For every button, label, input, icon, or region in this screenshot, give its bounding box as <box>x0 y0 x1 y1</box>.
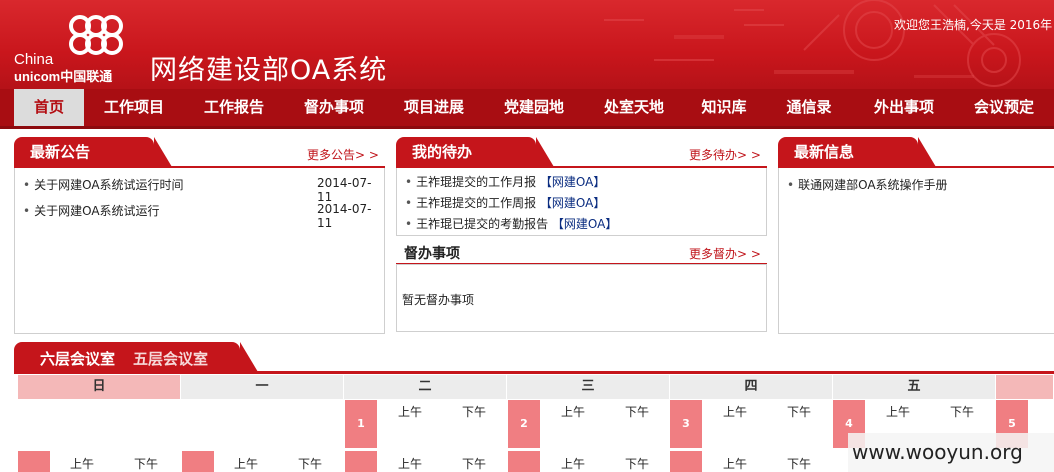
calendar-day-number[interactable]: 3 <box>670 400 702 448</box>
watermark-text: www.wooyun.org <box>848 433 1054 472</box>
news-title: 最新信息 <box>778 137 936 167</box>
news-box: • 联通网建部OA系统操作手册 <box>778 168 1054 334</box>
announcement-date: 2014-07-11 <box>317 202 372 230</box>
announcement-date: 2014-07-11 <box>317 176 372 204</box>
weekday-header: 一 <box>181 375 344 399</box>
nav-item-meeting-booking[interactable]: 会议预定 <box>954 89 1054 126</box>
supervision-more-link[interactable]: 更多督办> > <box>689 245 761 262</box>
calendar-am-slot[interactable]: 上午 <box>561 403 585 420</box>
header-banner: China unicom中国联通 网络建设部OA系统 欢迎您王浩楠,今天是 20… <box>0 0 1054 89</box>
tab-6f-meeting-room[interactable]: 六层会议室 <box>40 348 115 369</box>
calendar-day-cell[interactable] <box>508 451 540 472</box>
calendar-pm-slot[interactable]: 下午 <box>625 403 649 420</box>
weekday-header: 日 <box>18 375 181 399</box>
list-item[interactable]: • 联通网建部OA系统操作手册 <box>787 176 948 193</box>
announcements-box: • 关于网建OA系统试运行时间 2014-07-11 • 关于网建OA系统试运行 2… <box>14 168 385 334</box>
calendar-am-slot[interactable]: 上午 <box>234 455 258 472</box>
list-item[interactable]: • 关于网建OA系统试运行 <box>23 202 160 219</box>
nav-item-knowledge[interactable]: 知识库 <box>684 89 764 126</box>
weekday-header: 五 <box>833 375 996 399</box>
calendar-am-slot[interactable]: 上午 <box>561 455 585 472</box>
calendar-am-slot[interactable]: 上午 <box>723 403 747 420</box>
unicom-logo: China unicom中国联通 <box>12 14 142 84</box>
supervision-box: 暂无督办事项 <box>396 264 767 332</box>
weekday-header-sat <box>996 375 1054 399</box>
nav-item-project-progress[interactable]: 项目进展 <box>384 89 484 126</box>
nav-item-contacts[interactable]: 通信录 <box>764 89 854 126</box>
calendar-pm-slot[interactable]: 下午 <box>462 455 486 472</box>
calendar-am-slot[interactable]: 上午 <box>398 403 422 420</box>
nav-item-outings[interactable]: 外出事项 <box>854 89 954 126</box>
nav-item-supervision[interactable]: 督办事项 <box>284 89 384 126</box>
nav-item-office[interactable]: 处室天地 <box>584 89 684 126</box>
calendar-am-slot[interactable]: 上午 <box>70 455 94 472</box>
list-item[interactable]: • 王祚琨已提交的考勤报告 【网建OA】 <box>405 215 617 232</box>
brand-cn: 中国联通 <box>60 69 113 84</box>
weekday-header: 四 <box>670 375 833 399</box>
calendar-pm-slot[interactable]: 下午 <box>625 455 649 472</box>
calendar-day-cell[interactable] <box>182 451 214 472</box>
todo-more-link[interactable]: 更多待办> > <box>689 146 761 163</box>
calendar-pm-slot[interactable]: 下午 <box>787 403 811 420</box>
meeting-room-tabs: 六层会议室 五层会议室 <box>14 342 258 372</box>
system-title: 网络建设部OA系统 <box>150 55 388 86</box>
calendar-day-cell[interactable] <box>18 451 50 472</box>
calendar-day-cell[interactable] <box>670 451 702 472</box>
calendar-pm-slot[interactable]: 下午 <box>950 403 974 420</box>
list-item[interactable]: • 王祚琨提交的工作月报 【网建OA】 <box>405 173 605 190</box>
list-item[interactable]: • 关于网建OA系统试运行时间 <box>23 176 184 193</box>
welcome-text: 欢迎您王浩楠,今天是 2016年 <box>894 18 1053 32</box>
announcements-more-link[interactable]: 更多公告> > <box>307 146 379 163</box>
calendar-day-number[interactable]: 1 <box>345 400 377 448</box>
todo-box: • 王祚琨提交的工作月报 【网建OA】 • 王祚琨提交的工作周报 【网建OA】 • 王… <box>396 168 767 236</box>
nav-divider <box>0 126 1054 129</box>
nav-item-work-reports[interactable]: 工作报告 <box>184 89 284 126</box>
meeting-underline <box>14 371 1054 374</box>
calendar-am-slot[interactable]: 上午 <box>886 403 910 420</box>
nav-item-work-projects[interactable]: 工作项目 <box>84 89 184 126</box>
nav-item-party-building[interactable]: 党建园地 <box>484 89 584 126</box>
nav-item-home[interactable]: 首页 <box>14 89 84 126</box>
list-item[interactable]: • 王祚琨提交的工作周报 【网建OA】 <box>405 194 605 211</box>
calendar-am-slot[interactable]: 上午 <box>723 455 747 472</box>
header-decoration <box>604 0 1021 87</box>
calendar-pm-slot[interactable]: 下午 <box>787 455 811 472</box>
calendar-pm-slot[interactable]: 下午 <box>298 455 322 472</box>
calendar-pm-slot[interactable]: 下午 <box>462 403 486 420</box>
todo-title: 我的待办 <box>396 137 554 167</box>
calendar-day-number[interactable]: 2 <box>508 400 540 448</box>
weekday-header: 二 <box>344 375 507 399</box>
weekday-header: 三 <box>507 375 670 399</box>
calendar-pm-slot[interactable]: 下午 <box>134 455 158 472</box>
tab-5f-meeting-room[interactable]: 五层会议室 <box>133 348 208 369</box>
brand-en-unicom: unicom中国联通 <box>14 69 113 84</box>
supervision-empty-text: 暂无督办事项 <box>402 293 475 307</box>
main-nav: 首页 工作项目 工作报告 督办事项 项目进展 党建园地 处室天地 知识库 通信录… <box>0 89 1054 126</box>
supervision-title: 督办事项 <box>404 246 460 262</box>
announcements-title: 最新公告 <box>14 137 172 167</box>
unicom-knot-icon <box>69 15 123 55</box>
calendar-day-cell[interactable] <box>345 451 377 472</box>
calendar-am-slot[interactable]: 上午 <box>398 455 422 472</box>
